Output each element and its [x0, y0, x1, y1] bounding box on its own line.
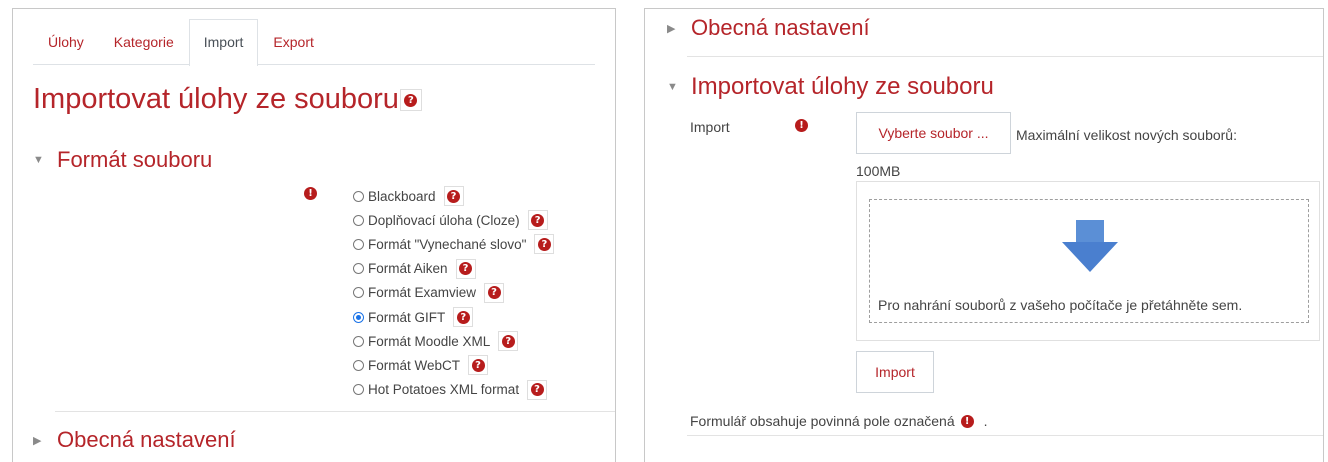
required-icon: ! [795, 119, 808, 132]
format-option-label: Hot Potatoes XML format [368, 382, 520, 398]
section-divider [687, 56, 1323, 57]
radio-button[interactable] [353, 384, 364, 396]
format-option-label: Formát Examview [368, 285, 477, 301]
import-field-label: Import [690, 119, 730, 135]
radio-button[interactable] [353, 238, 364, 250]
format-section-title: Formát souboru [57, 147, 213, 172]
format-option-label: Formát Moodle XML [368, 333, 491, 349]
help-icon[interactable]: ? [484, 282, 505, 303]
form-footer-divider [687, 435, 1323, 436]
import-submit-label: Import [875, 364, 915, 380]
file-dropzone[interactable]: Pro nahrání souborů z vašeho počítače je… [869, 199, 1309, 323]
help-icon[interactable]: ? [527, 210, 548, 231]
tab-questions[interactable]: Úlohy [33, 19, 99, 65]
import-page-right: ▶ Obecná nastavení ▼ Importovat úlohy ze… [644, 8, 1324, 462]
format-option-label: Formát WebCT [368, 357, 461, 373]
page-title: Importovat úlohy ze souboru? [33, 83, 422, 116]
format-option-webct[interactable]: Formát WebCT ? [353, 353, 554, 377]
help-icon[interactable]: ? [455, 258, 476, 279]
import-submit-button[interactable]: Import [856, 351, 934, 393]
caret-right-icon: ▶ [33, 434, 42, 447]
radio-button[interactable] [353, 263, 364, 275]
caret-down-icon: ▼ [667, 81, 678, 93]
import-section-header[interactable]: ▼ Importovat úlohy ze souboru [667, 73, 994, 101]
format-option-missing-word[interactable]: Formát "Vynechané slovo" ? [353, 232, 555, 256]
radio-button[interactable] [353, 214, 364, 226]
radio-button[interactable] [353, 287, 364, 299]
required-note-text: Formulář obsahuje povinná pole označená [690, 413, 955, 429]
general-section-title: Obecná nastavení [57, 427, 236, 452]
radio-button[interactable] [353, 190, 364, 202]
question-bank-tabs: Úlohy Kategorie Import Export [33, 19, 595, 66]
format-option-moodle-xml[interactable]: Formát Moodle XML ? [353, 329, 554, 353]
required-icon: ! [304, 187, 317, 200]
help-icon[interactable]: ? [453, 307, 474, 328]
import-section-title: Importovat úlohy ze souboru [691, 73, 994, 100]
tab-import[interactable]: Import [188, 19, 259, 66]
radio-button[interactable] [353, 335, 364, 347]
help-icon[interactable]: ? [534, 234, 555, 255]
required-fields-note: Formulář obsahuje povinná pole označená … [690, 413, 988, 429]
import-page-left: Úlohy Kategorie Import Export Importovat… [12, 8, 616, 462]
caret-right-icon: ▶ [667, 22, 676, 35]
max-size-text: Maximální velikost nových souborů: [1016, 127, 1237, 143]
format-option-cloze[interactable]: Doplňovací úloha (Cloze) ? [353, 208, 554, 232]
tab-export[interactable]: Export [258, 19, 328, 65]
format-radio-group: Blackboard ? Doplňovací úloha (Cloze) ? … [353, 184, 555, 402]
help-icon[interactable]: ? [443, 186, 464, 207]
section-divider [55, 411, 615, 412]
format-option-examview[interactable]: Formát Examview ? [353, 281, 554, 305]
format-option-blackboard[interactable]: Blackboard ? [353, 184, 554, 208]
format-option-label: Doplňovací úloha (Cloze) [368, 212, 520, 228]
caret-down-icon: ▼ [33, 154, 44, 166]
help-icon[interactable]: ? [468, 355, 489, 376]
format-section-header[interactable]: ▼ Formát souboru [33, 147, 212, 173]
tab-categories[interactable]: Kategorie [99, 19, 189, 65]
format-option-gift[interactable]: Formát GIFT ? [353, 305, 554, 329]
general-section-title: Obecná nastavení [691, 15, 870, 40]
required-icon: ! [960, 414, 974, 428]
help-icon[interactable]: ? [399, 89, 422, 112]
choose-file-label: Vyberte soubor ... [878, 125, 989, 141]
radio-button[interactable] [353, 359, 364, 371]
general-section-header[interactable]: ▶ Obecná nastavení [667, 15, 870, 41]
general-section-header[interactable]: ▶ Obecná nastavení [33, 427, 236, 453]
required-note-suffix: . [983, 413, 988, 429]
max-size-value: 100MB [856, 163, 901, 179]
format-option-label: Formát Aiken [368, 261, 448, 277]
help-icon[interactable]: ? [527, 379, 548, 400]
down-arrow-icon [1062, 220, 1118, 272]
dropzone-text: Pro nahrání souborů z vašeho počítače je… [878, 297, 1243, 313]
radio-button-checked[interactable] [353, 311, 364, 323]
format-option-label: Formát "Vynechané slovo" [368, 236, 527, 252]
format-option-hot-potatoes[interactable]: Hot Potatoes XML format ? [353, 378, 554, 402]
format-option-aiken[interactable]: Formát Aiken ? [353, 257, 554, 281]
page-title-text: Importovat úlohy ze souboru [33, 83, 399, 115]
choose-file-button[interactable]: Vyberte soubor ... [856, 112, 1011, 154]
format-option-label: Blackboard [368, 188, 436, 204]
format-option-label: Formát GIFT [368, 309, 446, 325]
help-icon[interactable]: ? [498, 331, 519, 352]
